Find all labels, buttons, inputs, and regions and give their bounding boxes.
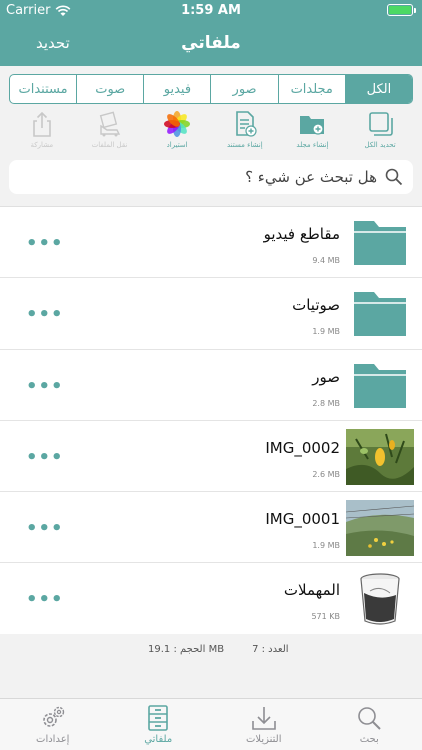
new-folder-button[interactable]: إنشاء مجلد (280, 110, 344, 156)
new-folder-icon (300, 116, 325, 135)
tab-downloads-label: التنزيلات (245, 734, 282, 745)
more-options-button[interactable]: ••• (26, 376, 64, 397)
folder-icon (346, 286, 414, 342)
tab-search[interactable]: بحث (317, 699, 422, 750)
footer-summary: العدد : 7 الحجم : 19.1 MB (0, 634, 422, 698)
segment-all[interactable]: الكل (344, 75, 412, 103)
tab-settings-label: إعدادات (36, 734, 70, 745)
new-document-icon (235, 111, 257, 137)
file-size: 1.9 MB (312, 327, 340, 337)
move-files-button[interactable]: نقل الملفات (77, 110, 141, 156)
share-icon (33, 111, 51, 137)
total-size: الحجم : 19.1 MB (148, 644, 225, 655)
segment-audio[interactable]: صوت (76, 75, 143, 103)
clock: 1:59 AM (181, 3, 241, 18)
list-item[interactable]: ••• صور 2.8 MB (0, 350, 422, 421)
file-name: صور (312, 367, 340, 386)
list-item[interactable]: ••• IMG_0002 2.6 MB (0, 421, 422, 493)
file-size: 9.4 MB (312, 256, 340, 265)
tab-settings[interactable]: إعدادات (0, 699, 106, 750)
tab-downloads[interactable]: التنزيلات (211, 699, 317, 750)
photos-icon (164, 111, 191, 137)
select-all-icon (369, 112, 393, 136)
battery-icon (387, 4, 416, 16)
folder-icon (346, 358, 414, 414)
cabinet-icon (148, 705, 169, 731)
file-name: IMG_0001 (265, 510, 340, 529)
file-size: 2.6 MB (312, 469, 340, 479)
status-bar: Carrier 1:59 AM (0, 0, 422, 22)
tab-my-files-label: ملفاتي (144, 734, 173, 745)
file-name: IMG_0002 (265, 438, 340, 457)
more-options-button[interactable]: ••• (26, 233, 64, 254)
photo-thumbnail (346, 428, 414, 485)
more-options-button[interactable]: ••• (26, 447, 64, 468)
tab-search-label: بحث (359, 734, 379, 745)
file-size: 1.9 MB (312, 541, 340, 551)
move-files-icon (100, 111, 121, 137)
file-name: المهملات (283, 581, 340, 600)
list-item[interactable]: ••• مقاطع فيديو 9.4 MB (0, 207, 422, 279)
new-folder-label: إنشاء مجلد (296, 141, 329, 149)
more-options-button[interactable]: ••• (26, 518, 64, 539)
page-title: ملفاتي (181, 33, 241, 53)
share-label: مشاركة (30, 141, 54, 149)
search-icon (385, 168, 403, 186)
import-label: استيراد (166, 141, 188, 149)
file-name: مقاطع فيديو (263, 225, 340, 243)
segment-folders[interactable]: مجلدات (277, 75, 345, 103)
more-options-button[interactable]: ••• (26, 589, 64, 610)
segment-video[interactable]: فيديو (143, 75, 210, 103)
segment-documents[interactable]: مستندات (10, 75, 76, 103)
photo-thumbnail (346, 500, 414, 557)
action-toolbar: تحديد الكل إنشاء مجلد إنشاء مستند استيرا… (0, 110, 422, 156)
more-options-button[interactable]: ••• (26, 304, 64, 325)
nav-bar: تحديد ملفاتي (0, 22, 422, 66)
gear-icon (42, 706, 64, 727)
file-size: 2.8 MB (312, 398, 340, 408)
file-list: ••• مقاطع فيديو 9.4 MB ••• صوتيات 1.9 MB… (0, 206, 422, 634)
new-document-button[interactable]: إنشاء مستند (213, 110, 277, 156)
filter-segmented-control: الكل مجلدات صور فيديو صوت مستندات (9, 74, 413, 104)
select-all-label: تحديد الكل (364, 141, 396, 149)
list-item[interactable]: ••• IMG_0001 1.9 MB (0, 492, 422, 564)
list-item[interactable]: ••• صوتيات 1.9 MB (0, 278, 422, 350)
trash-icon (360, 573, 400, 626)
folder-icon (346, 215, 414, 271)
segment-photos[interactable]: صور (210, 75, 277, 103)
share-button[interactable]: مشاركة (10, 110, 74, 156)
tab-bar: بحث التنزيلات ملفاتي إعدادات (0, 698, 422, 750)
file-size: 571 KB (311, 612, 340, 622)
move-files-label: نقل الملفات (91, 141, 128, 149)
tab-my-files[interactable]: ملفاتي (106, 699, 212, 750)
header: Carrier 1:59 AM تحديد ملفاتي (0, 0, 422, 66)
download-icon (251, 707, 276, 730)
search-input[interactable]: هل تبحث عن شيء ؟ (9, 160, 413, 194)
new-document-label: إنشاء مستند (226, 141, 263, 149)
file-name: صوتيات (292, 296, 340, 315)
search-icon (358, 707, 381, 730)
item-count: العدد : 7 (252, 644, 289, 655)
search-placeholder: هل تبحث عن شيء ؟ (245, 168, 377, 186)
import-button[interactable]: استيراد (145, 110, 209, 156)
select-all-button[interactable]: تحديد الكل (348, 110, 412, 156)
list-item[interactable]: ••• المهملات 571 KB (0, 563, 422, 634)
